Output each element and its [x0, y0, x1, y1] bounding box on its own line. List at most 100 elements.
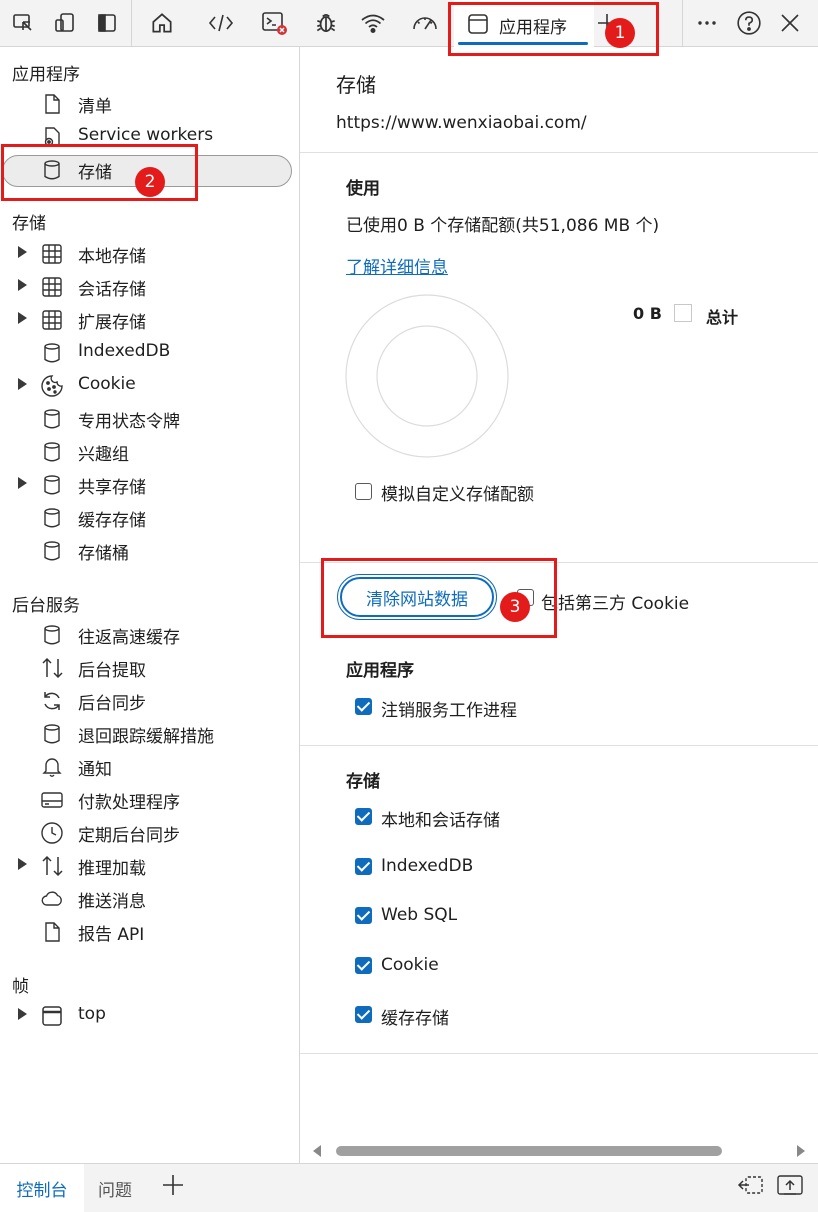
storage-option-label: 缓存存储: [381, 1009, 449, 1029]
sidebar-item-manifest[interactable]: 清单: [0, 87, 299, 119]
sidebar-item-extension-storage[interactable]: 扩展存储: [0, 303, 299, 335]
inspect-icon[interactable]: [8, 8, 38, 38]
sidebar-item-bfcache[interactable]: 往返高速缓存: [0, 618, 299, 650]
expand-arrow-icon[interactable]: [18, 858, 27, 870]
sidebar-item-bounce-tracking[interactable]: 退回跟踪缓解措施: [0, 717, 299, 749]
database-icon: [40, 407, 64, 431]
sidebar-item-label: Service workers: [78, 125, 214, 145]
section-title-frames: 帧: [12, 977, 29, 997]
horizontal-scrollbar[interactable]: [300, 1140, 818, 1162]
sidebar-item-label: 定期后台同步: [78, 826, 180, 846]
tab-console[interactable]: 控制台: [0, 1164, 84, 1212]
sidebar-item-label: 付款处理程序: [78, 793, 180, 813]
tab-issues[interactable]: 问题: [98, 1164, 132, 1212]
tab-console-label: 控制台: [16, 1181, 68, 1201]
sync-icon: [40, 689, 64, 713]
scroll-left-icon[interactable]: [312, 1145, 322, 1157]
bell-icon: [40, 755, 64, 779]
scrollbar-thumb[interactable]: [336, 1146, 722, 1156]
devtools-toolbar: 应用程序: [0, 0, 818, 47]
sidebar-item-storage-buckets[interactable]: 存储桶: [0, 534, 299, 566]
sidebar-item-private-state-tokens[interactable]: 专用状态令牌: [0, 402, 299, 434]
divider: [300, 745, 818, 746]
section-title-application: 应用程序: [12, 65, 80, 85]
storage-option-label: IndexedDB: [381, 856, 474, 876]
sidebar-item-background-fetch[interactable]: 后台提取: [0, 651, 299, 683]
scroll-right-icon[interactable]: [796, 1145, 806, 1157]
console-icon[interactable]: [259, 8, 289, 38]
expand-arrow-icon[interactable]: [18, 312, 27, 324]
database-icon: [40, 623, 64, 647]
sidebar-item-top-frame[interactable]: top: [0, 999, 299, 1031]
sidebar-item-background-sync[interactable]: 后台同步: [0, 684, 299, 716]
annotation-box-2: [1, 144, 198, 201]
expand-arrow-icon[interactable]: [18, 246, 27, 258]
database-icon: [40, 506, 64, 530]
usage-summary: 已使用0 B 个存储配额(共51,086 MB 个): [346, 216, 660, 236]
sidebar-item-periodic-sync[interactable]: 定期后台同步: [0, 816, 299, 848]
learn-more-link[interactable]: 了解详细信息: [346, 253, 448, 278]
expand-arrow-icon[interactable]: [18, 378, 27, 390]
sidebar-item-label: IndexedDB: [78, 341, 171, 361]
sidebar-item-indexeddb[interactable]: IndexedDB: [0, 336, 299, 368]
expand-arrow-icon[interactable]: [18, 279, 27, 291]
sidebar-item-session-storage[interactable]: 会话存储: [0, 270, 299, 302]
indexeddb-checkbox[interactable]: [355, 858, 372, 875]
network-icon[interactable]: [358, 8, 388, 38]
sidebar-item-label: 清单: [78, 97, 112, 117]
web-sql-checkbox[interactable]: [355, 907, 372, 924]
simulate-quota-checkbox[interactable]: [355, 483, 372, 500]
origin-url: https://www.wenxiaobai.com/: [336, 113, 587, 133]
usage-heading: 使用: [346, 179, 380, 199]
unregister-sw-label: 注销服务工作进程: [381, 701, 517, 721]
performance-icon[interactable]: [410, 8, 440, 38]
local-session-storage-checkbox[interactable]: [355, 808, 372, 825]
card-icon: [40, 788, 64, 812]
application-heading: 应用程序: [346, 661, 414, 681]
sidebar-item-notifications[interactable]: 通知: [0, 750, 299, 782]
sidebar-item-label: 往返高速缓存: [78, 628, 180, 648]
more-icon[interactable]: [692, 8, 722, 38]
annotation-number-1: 1: [605, 18, 635, 48]
simulate-quota-label: 模拟自定义存储配额: [381, 485, 534, 505]
sidebar-item-label: Cookie: [78, 374, 136, 394]
elements-icon[interactable]: [206, 8, 236, 38]
dock-to-side-icon[interactable]: [737, 1174, 765, 1198]
sidebar-item-reporting-api[interactable]: 报告 API: [0, 915, 299, 947]
expand-arrow-icon[interactable]: [18, 1008, 27, 1020]
sidebar-item-cache-storage[interactable]: 缓存存储: [0, 501, 299, 533]
device-emulation-icon[interactable]: [50, 8, 80, 38]
close-icon[interactable]: [775, 8, 805, 38]
sidebar-item-label: 后台同步: [78, 694, 146, 714]
sidebar-item-label: 后台提取: [78, 661, 146, 681]
sidebar-item-cookie[interactable]: Cookie: [0, 369, 299, 401]
sidebar-item-payment-handler[interactable]: 付款处理程序: [0, 783, 299, 815]
expand-arrow-icon[interactable]: [18, 477, 27, 489]
sidebar-item-local-storage[interactable]: 本地存储: [0, 237, 299, 269]
sidebar-item-label: 缓存存储: [78, 511, 146, 531]
expand-drawer-icon[interactable]: [776, 1173, 804, 1199]
dock-icon[interactable]: [92, 8, 122, 38]
legend-value: 0 B: [633, 304, 662, 323]
divider: [300, 1053, 818, 1054]
cache-storage-checkbox[interactable]: [355, 1006, 372, 1023]
frame-icon: [40, 1004, 64, 1028]
sidebar-item-push-messaging[interactable]: 推送消息: [0, 882, 299, 914]
sidebar-item-label: 兴趣组: [78, 445, 129, 465]
cookie-checkbox[interactable]: [355, 957, 372, 974]
sidebar-item-label: 会话存储: [78, 280, 146, 300]
page-title: 存储: [336, 73, 376, 97]
sidebar-item-label: 推送消息: [78, 892, 146, 912]
sidebar-item-interest-groups[interactable]: 兴趣组: [0, 435, 299, 467]
help-icon[interactable]: [734, 8, 764, 38]
sidebar-item-shared-storage[interactable]: 共享存储: [0, 468, 299, 500]
sources-icon[interactable]: [311, 8, 341, 38]
drawer-tabbar: 控制台 问题: [0, 1163, 818, 1212]
legend-label: 总计: [706, 308, 739, 327]
add-drawer-tab-icon[interactable]: [162, 1174, 184, 1196]
sidebar-item-speculative-loads[interactable]: 推理加载: [0, 849, 299, 881]
home-icon[interactable]: [147, 8, 177, 38]
sidebar-item-label: 专用状态令牌: [78, 412, 180, 432]
document-icon: [40, 920, 64, 944]
unregister-sw-checkbox[interactable]: [355, 698, 372, 715]
